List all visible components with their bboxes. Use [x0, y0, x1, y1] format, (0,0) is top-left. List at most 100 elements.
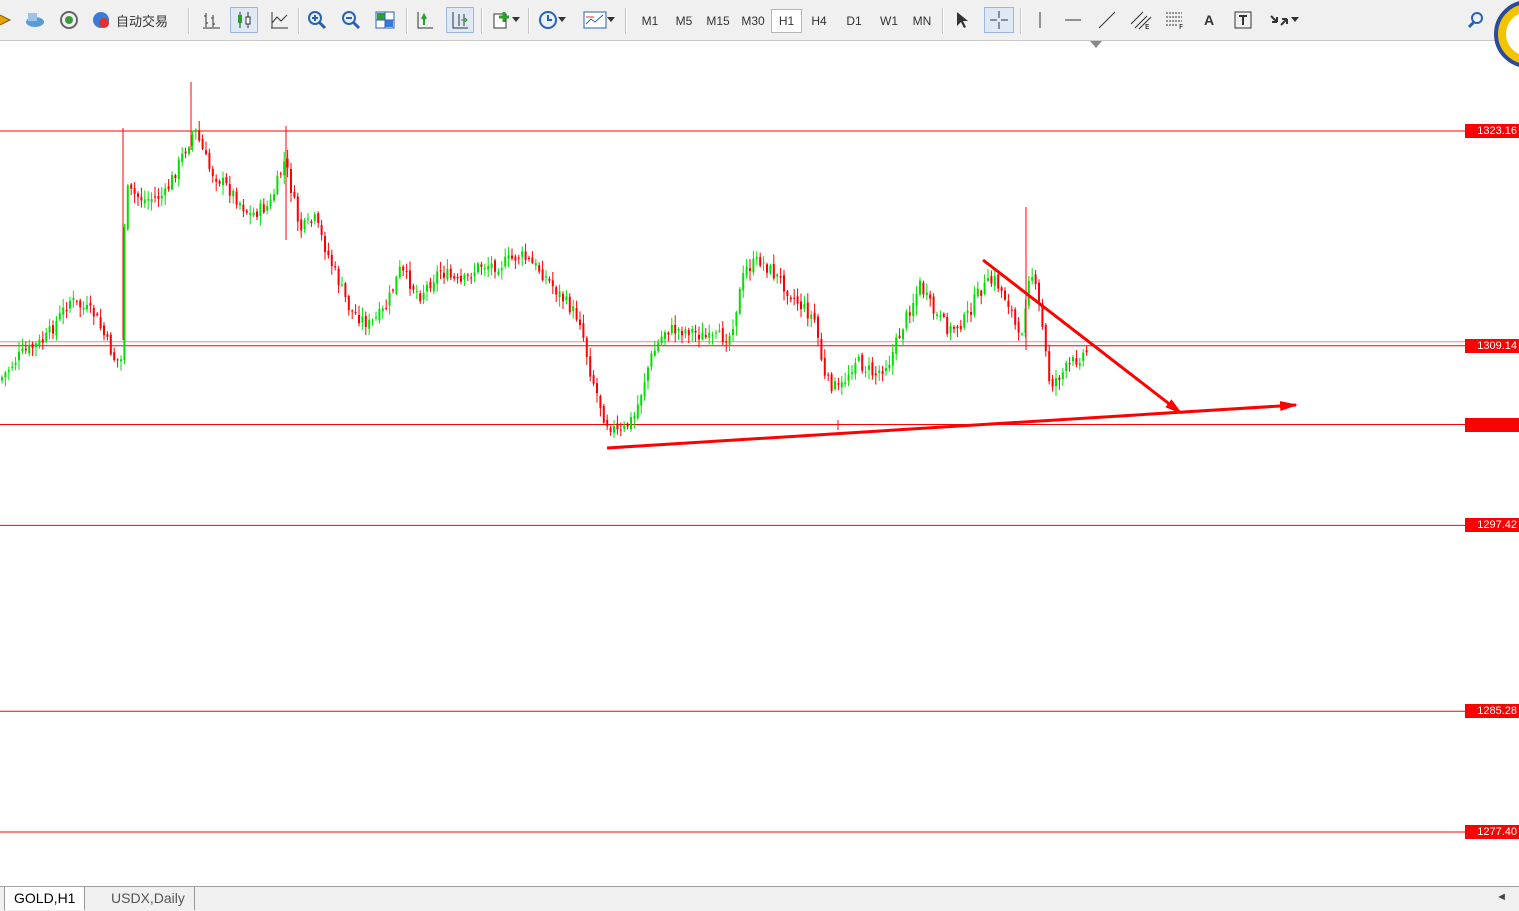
candle-body — [749, 268, 751, 271]
cloud-icon[interactable] — [22, 7, 48, 33]
timeframe-button-m1[interactable]: M1 — [636, 9, 664, 33]
candle-body — [766, 264, 768, 273]
candle-body — [1021, 334, 1023, 336]
candle-body — [1065, 362, 1068, 372]
candle-body — [728, 335, 731, 345]
text-label-icon[interactable] — [1230, 7, 1256, 33]
candle-body — [160, 195, 163, 199]
candle-body — [755, 257, 758, 260]
timeframe-button-d1[interactable]: D1 — [840, 9, 868, 33]
play-icon[interactable] — [0, 7, 14, 33]
timeframe-button-mn[interactable]: MN — [908, 9, 936, 33]
candle-body — [973, 294, 976, 315]
candle-body — [687, 330, 690, 336]
candle-body — [827, 374, 830, 376]
candle-body — [1031, 277, 1034, 281]
timeframe-button-m5[interactable]: M5 — [670, 9, 698, 33]
candle-body — [1082, 352, 1085, 361]
chart-shift-icon[interactable] — [412, 7, 438, 33]
chevron-down-icon — [558, 17, 566, 22]
scroll-left-icon[interactable]: ◄ — [1496, 891, 1507, 903]
candle-body — [35, 343, 37, 348]
candle-body — [140, 196, 143, 201]
candle-body — [534, 263, 537, 266]
equidistant-channel-icon[interactable]: E — [1128, 7, 1154, 33]
candle-body — [137, 193, 139, 197]
trendline-arrow[interactable] — [606, 401, 1298, 450]
zoom-out-icon[interactable] — [338, 7, 364, 33]
timeframe-button-h1[interactable]: H1 — [771, 9, 802, 33]
candle-body — [708, 332, 711, 338]
candle-body — [565, 296, 568, 301]
candlestick-icon[interactable] — [230, 7, 258, 33]
price-chart[interactable]: 1323.16 1309.14 1297.42 1285.28 1277.40 — [0, 40, 1519, 886]
candle-body — [653, 350, 656, 356]
templates-button[interactable] — [580, 7, 618, 33]
candle-body — [776, 274, 779, 277]
candle-body — [813, 312, 816, 320]
candle-body — [378, 308, 381, 321]
candle-body — [41, 339, 44, 343]
fibonacci-icon[interactable]: F — [1162, 7, 1188, 33]
text-tool-button[interactable]: A — [1198, 7, 1220, 33]
timeframe-button-m15[interactable]: M15 — [702, 9, 734, 33]
candle-body — [803, 304, 806, 309]
candle-body — [92, 307, 95, 317]
bar-chart-icon[interactable] — [198, 7, 224, 33]
candle-body — [953, 327, 955, 329]
trendline-arrow[interactable] — [982, 258, 1183, 415]
candle-body — [511, 255, 513, 259]
timeframe-button-w1[interactable]: W1 — [875, 9, 903, 33]
candle-body — [215, 178, 218, 182]
timeframe-button-h4[interactable]: H4 — [805, 9, 833, 33]
periods-button[interactable] — [534, 7, 570, 33]
candle-body — [402, 266, 405, 271]
candle-body — [789, 297, 792, 300]
candle-body — [868, 365, 870, 370]
timeframe-button-m30[interactable]: M30 — [736, 9, 770, 33]
vertical-line-icon[interactable] — [1028, 7, 1052, 33]
candle-body — [823, 357, 826, 376]
candle-body — [1068, 363, 1071, 365]
candle-body — [990, 275, 993, 284]
candle-body — [912, 303, 915, 317]
chart-tab[interactable]: GOLD,H1 — [4, 887, 86, 910]
tile-windows-icon[interactable] — [372, 7, 398, 33]
crosshair-icon[interactable] — [984, 7, 1014, 33]
auto-trading-button[interactable]: 自动交易 — [90, 7, 182, 33]
candle-body — [551, 280, 554, 287]
candle-body — [1058, 377, 1061, 380]
candle-body — [541, 269, 544, 280]
search-icon[interactable] — [1464, 7, 1488, 33]
candle-body — [857, 356, 860, 361]
chart-tab[interactable]: USDX,Daily — [102, 887, 195, 910]
auto-scroll-icon[interactable] — [446, 7, 474, 33]
candle-body — [888, 364, 891, 369]
candle-body — [956, 326, 959, 329]
line-chart-icon[interactable] — [266, 7, 292, 33]
candle-body — [1004, 290, 1006, 300]
candle-body — [810, 314, 813, 319]
chart-shift-marker-icon[interactable] — [1090, 41, 1102, 49]
candle-body — [691, 328, 694, 333]
indicators-button[interactable] — [488, 7, 524, 33]
price-level-label — [1465, 417, 1519, 432]
svg-text:F: F — [1179, 23, 1183, 30]
candle-body — [1048, 351, 1051, 382]
candle-body — [942, 313, 945, 317]
signal-icon[interactable] — [56, 7, 82, 33]
candle-body — [184, 151, 187, 154]
candle-body — [198, 130, 201, 141]
candle-body — [364, 316, 367, 327]
arrows-button[interactable] — [1264, 7, 1304, 33]
zoom-in-icon[interactable] — [304, 7, 330, 33]
candle-body — [538, 265, 541, 272]
price-level-label: 1285.28 — [1465, 704, 1519, 719]
candle-body — [368, 319, 371, 329]
chevron-down-icon — [512, 17, 520, 22]
chart-canvas[interactable] — [0, 40, 1519, 886]
cursor-icon[interactable] — [950, 7, 976, 33]
candle-body — [606, 419, 609, 427]
horizontal-line-icon[interactable] — [1060, 7, 1086, 33]
trendline-icon[interactable] — [1094, 7, 1120, 33]
